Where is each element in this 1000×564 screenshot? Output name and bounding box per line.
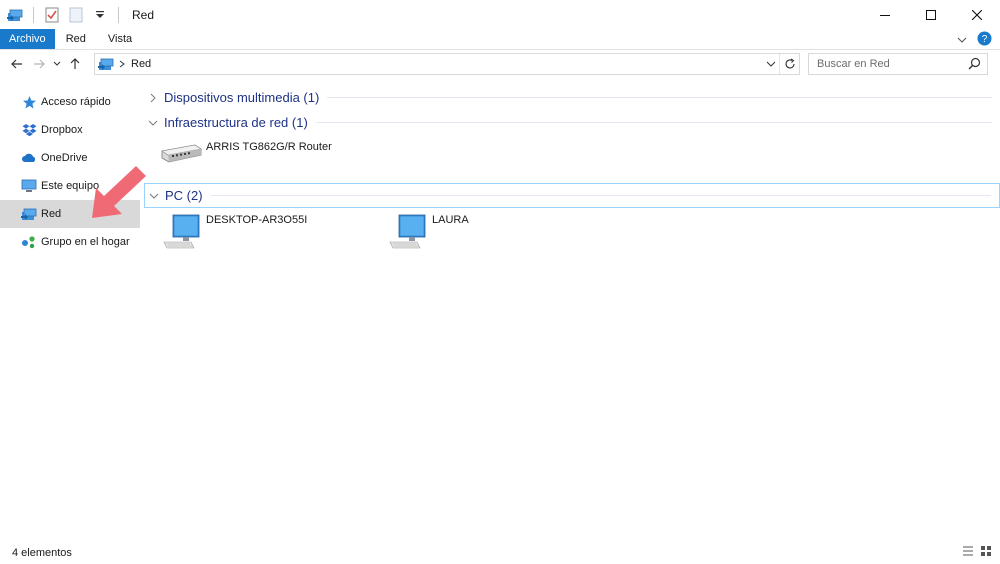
search-icon[interactable] bbox=[968, 57, 981, 73]
homegroup-icon bbox=[21, 234, 37, 250]
view-switcher bbox=[962, 545, 992, 560]
group-divider bbox=[315, 122, 992, 123]
forward-arrow-icon bbox=[34, 59, 45, 69]
network-icon bbox=[21, 206, 37, 222]
toolbar-separator bbox=[33, 6, 34, 23]
help-icon: ? bbox=[977, 31, 992, 45]
minimize-button[interactable] bbox=[862, 0, 908, 29]
chevron-down-icon bbox=[53, 61, 61, 66]
group-items: DESKTOP-AR3O55I LAURA bbox=[144, 208, 1000, 256]
item-count: 4 elementos bbox=[12, 547, 72, 559]
item-name: ARRIS TG862G/R Router bbox=[206, 141, 332, 153]
pc-icon bbox=[158, 212, 204, 256]
breadcrumb-chevron-icon[interactable] bbox=[119, 60, 125, 68]
sidebar-item-label: OneDrive bbox=[41, 152, 88, 164]
computer-icon bbox=[21, 178, 37, 194]
refresh-button[interactable] bbox=[779, 54, 799, 74]
recent-locations-button[interactable] bbox=[50, 53, 64, 75]
dropbox-icon bbox=[21, 122, 37, 138]
group-divider bbox=[327, 97, 992, 98]
navigation-pane: Acceso rápido Dropbox OneDrive Este equi… bbox=[0, 88, 140, 528]
sidebar-item-label: Grupo en el hogar bbox=[41, 236, 130, 248]
maximize-icon bbox=[926, 9, 936, 20]
svg-text:?: ? bbox=[982, 34, 988, 45]
details-view-button[interactable] bbox=[962, 545, 974, 560]
group-title: Infraestructura de red (1) bbox=[164, 115, 308, 130]
forward-button[interactable] bbox=[28, 53, 50, 75]
tiles-view-button[interactable] bbox=[980, 545, 992, 560]
chevron-right-icon[interactable] bbox=[146, 93, 160, 103]
minimize-icon bbox=[880, 14, 890, 16]
chevron-down-icon bbox=[766, 61, 776, 67]
back-button[interactable] bbox=[6, 53, 28, 75]
title-bar: Red bbox=[0, 0, 1000, 29]
list-item[interactable]: ARRIS TG862G/R Router bbox=[158, 139, 358, 183]
sidebar-item-label: Acceso rápido bbox=[41, 96, 111, 108]
sidebar-item-label: Red bbox=[41, 208, 62, 220]
group-title: Dispositivos multimedia (1) bbox=[164, 90, 320, 105]
address-dropdown-button[interactable] bbox=[763, 54, 779, 74]
toolbar-separator bbox=[118, 6, 119, 23]
search-input[interactable] bbox=[817, 55, 967, 73]
navigation-bar: Red bbox=[0, 51, 1000, 77]
group-divider bbox=[210, 195, 991, 196]
search-box bbox=[808, 53, 988, 75]
tab-red[interactable]: Red bbox=[55, 29, 97, 49]
ribbon-tabs: Archivo Red Vista ? bbox=[0, 29, 1000, 50]
list-item[interactable]: DESKTOP-AR3O55I bbox=[158, 212, 358, 256]
tab-vista[interactable]: Vista bbox=[97, 29, 143, 49]
close-icon bbox=[972, 9, 982, 20]
group-dispositivos-multimedia[interactable]: Dispositivos multimedia (1) bbox=[144, 85, 1000, 110]
up-arrow-icon bbox=[70, 58, 80, 69]
group-items: ARRIS TG862G/R Router bbox=[144, 135, 1000, 183]
help-button[interactable]: ? bbox=[977, 31, 992, 49]
cloud-icon bbox=[21, 150, 37, 166]
refresh-icon bbox=[784, 58, 795, 69]
chevron-down-icon[interactable] bbox=[147, 192, 161, 200]
quick-access-toolbar: Red bbox=[0, 0, 154, 29]
item-name: DESKTOP-AR3O55I bbox=[206, 214, 308, 226]
group-infraestructura-de-red[interactable]: Infraestructura de red (1) bbox=[144, 110, 1000, 135]
breadcrumb-red[interactable]: Red bbox=[131, 58, 151, 70]
properties-icon[interactable] bbox=[43, 6, 61, 24]
details-view-icon bbox=[963, 546, 973, 556]
status-bar: 4 elementos bbox=[0, 542, 1000, 564]
window-controls bbox=[862, 0, 1000, 29]
group-title: PC (2) bbox=[165, 188, 203, 203]
chevron-down-icon bbox=[957, 37, 967, 43]
ribbon-right-controls: ? bbox=[957, 29, 992, 50]
back-arrow-icon bbox=[11, 59, 22, 69]
item-name: LAURA bbox=[432, 214, 469, 226]
sidebar-item-label: Dropbox bbox=[41, 124, 83, 136]
router-icon bbox=[158, 139, 204, 183]
tiles-view-icon bbox=[981, 546, 991, 556]
sidebar-item-acceso-rapido[interactable]: Acceso rápido bbox=[0, 88, 140, 116]
annotation-arrow-icon bbox=[92, 166, 146, 218]
group-pc[interactable]: PC (2) bbox=[144, 183, 1000, 208]
customize-toolbar-icon[interactable] bbox=[91, 6, 109, 24]
expand-ribbon-button[interactable] bbox=[957, 33, 967, 47]
network-app-icon[interactable] bbox=[6, 6, 24, 24]
network-icon bbox=[98, 57, 114, 71]
pc-icon bbox=[384, 212, 430, 256]
new-folder-icon[interactable] bbox=[67, 6, 85, 24]
maximize-button[interactable] bbox=[908, 0, 954, 29]
list-item[interactable]: LAURA bbox=[384, 212, 584, 256]
sidebar-item-grupo-en-el-hogar[interactable]: Grupo en el hogar bbox=[0, 228, 140, 256]
address-bar[interactable]: Red bbox=[94, 53, 800, 75]
content-pane: Dispositivos multimedia (1) Infraestruct… bbox=[144, 85, 1000, 525]
close-button[interactable] bbox=[954, 0, 1000, 29]
sidebar-item-dropbox[interactable]: Dropbox bbox=[0, 116, 140, 144]
window-title: Red bbox=[132, 7, 155, 22]
chevron-down-icon[interactable] bbox=[146, 119, 160, 127]
tab-archivo[interactable]: Archivo bbox=[0, 29, 55, 49]
star-icon bbox=[21, 94, 37, 110]
up-button[interactable] bbox=[64, 53, 86, 75]
